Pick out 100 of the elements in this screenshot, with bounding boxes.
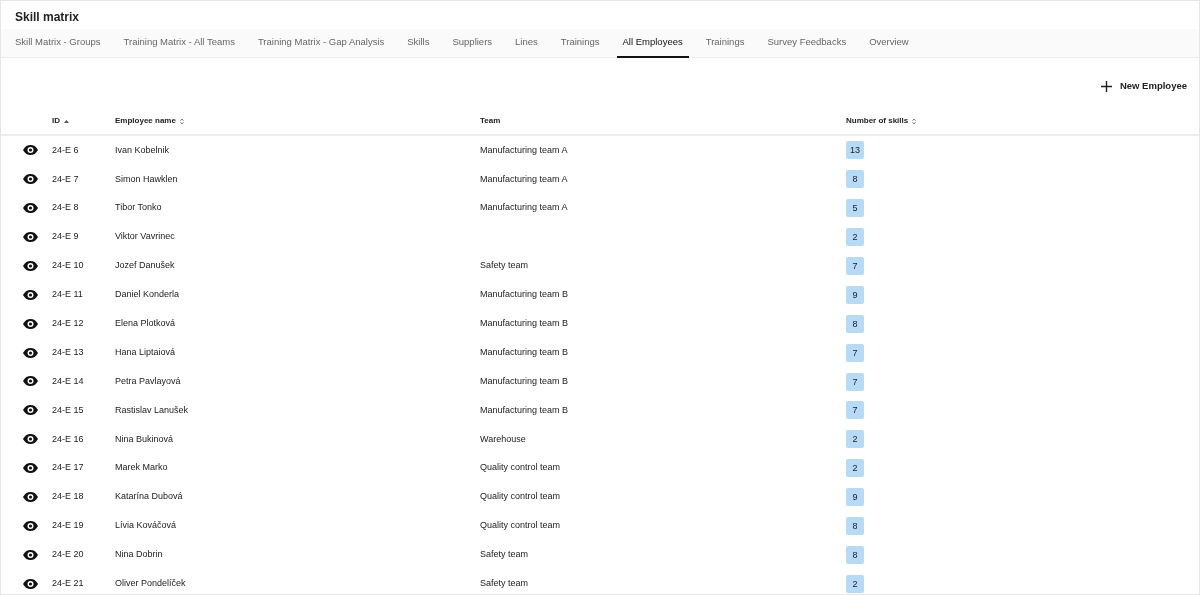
view-button[interactable] bbox=[23, 347, 38, 358]
skills-column-header[interactable]: Number of skills bbox=[846, 115, 909, 127]
sort-ascending-icon[interactable] bbox=[64, 119, 69, 123]
team-cell: Quality control team bbox=[480, 462, 561, 473]
team-cell: Quality control team bbox=[480, 520, 561, 531]
skill-count: 2 bbox=[846, 228, 864, 247]
eye-icon bbox=[23, 232, 38, 242]
id-cell: 24-E 15 bbox=[52, 404, 84, 415]
name-cell: Simon Hawklen bbox=[115, 173, 178, 184]
id-cell: 24-E 12 bbox=[52, 318, 84, 329]
id-cell: 24-E 19 bbox=[52, 520, 84, 531]
skill-count: 8 bbox=[846, 170, 864, 189]
eye-icon bbox=[23, 203, 38, 214]
view-button[interactable] bbox=[23, 520, 38, 531]
sort-icon[interactable] bbox=[179, 117, 184, 125]
name-cell: Elena Plotková bbox=[115, 318, 176, 329]
view-button[interactable] bbox=[23, 232, 38, 242]
skill-count: 5 bbox=[846, 199, 864, 218]
new-employee-button[interactable]: New Employee bbox=[1100, 78, 1187, 94]
name-cell: Rastislav Lanušek bbox=[115, 404, 189, 415]
view-button[interactable] bbox=[23, 463, 38, 474]
id-cell: 24-E 21 bbox=[52, 578, 84, 589]
tab[interactable]: All Employees bbox=[616, 29, 689, 58]
id-cell: 24-E 8 bbox=[52, 202, 79, 213]
view-button[interactable] bbox=[23, 492, 38, 502]
skill-count: 2 bbox=[846, 430, 864, 449]
name-cell: Katarína Dubová bbox=[115, 491, 183, 502]
team-cell: Quality control team bbox=[480, 491, 561, 502]
id-column-header[interactable]: ID bbox=[52, 115, 60, 127]
view-button[interactable] bbox=[23, 434, 38, 445]
eye-icon bbox=[23, 549, 38, 560]
view-button[interactable] bbox=[23, 549, 38, 560]
tab[interactable]: Trainings bbox=[554, 29, 606, 58]
eye-icon bbox=[23, 260, 38, 271]
eye-icon bbox=[23, 318, 38, 329]
skill-count: 13 bbox=[846, 141, 864, 160]
view-button[interactable] bbox=[23, 405, 38, 416]
id-cell: 24-E 13 bbox=[52, 346, 84, 357]
name-cell: Daniel Konderla bbox=[115, 289, 180, 300]
view-button[interactable] bbox=[23, 203, 38, 214]
view-button[interactable] bbox=[23, 318, 38, 329]
id-cell: 24-E 11 bbox=[52, 289, 83, 300]
view-button[interactable] bbox=[23, 260, 38, 271]
id-cell: 24-E 20 bbox=[52, 549, 84, 560]
tab[interactable]: Lines bbox=[509, 29, 544, 58]
skill-count: 9 bbox=[846, 285, 864, 304]
eye-icon bbox=[23, 376, 38, 387]
team-cell: Manufacturing team A bbox=[480, 173, 568, 184]
id-cell: 24-E 18 bbox=[52, 491, 84, 502]
view-button[interactable] bbox=[23, 145, 38, 156]
team-cell: Safety team bbox=[480, 578, 529, 589]
skill-count: 7 bbox=[846, 343, 864, 362]
name-cell: Nina Bukinová bbox=[115, 433, 174, 444]
eye-icon bbox=[23, 463, 38, 474]
id-cell: 24-E 7 bbox=[52, 173, 79, 184]
eye-icon bbox=[23, 434, 38, 445]
tab[interactable]: Overview bbox=[863, 29, 915, 58]
view-button[interactable] bbox=[23, 174, 38, 185]
skill-count: 8 bbox=[846, 545, 864, 564]
eye-icon bbox=[23, 405, 38, 416]
tab[interactable]: Trainings bbox=[699, 29, 751, 58]
name-cell: Jozef Danušek bbox=[115, 260, 175, 271]
tab[interactable]: Suppliers bbox=[446, 29, 499, 58]
team-cell: Safety team bbox=[480, 260, 529, 271]
team-cell: Manufacturing team A bbox=[480, 144, 568, 155]
id-cell: 24-E 10 bbox=[52, 260, 84, 271]
id-cell: 24-E 9 bbox=[52, 231, 79, 242]
team-cell: Manufacturing team B bbox=[480, 289, 569, 300]
name-cell: Viktor Vavrinec bbox=[115, 231, 175, 242]
tab[interactable]: Training Matrix - All Teams bbox=[117, 29, 241, 58]
skill-count: 8 bbox=[846, 517, 864, 535]
tab[interactable]: Skill Matrix - Groups bbox=[9, 29, 107, 58]
skill-count: 7 bbox=[846, 401, 864, 420]
eye-icon bbox=[23, 492, 38, 502]
plus-icon bbox=[1100, 80, 1112, 92]
sort-icon[interactable] bbox=[912, 117, 917, 125]
eye-icon bbox=[23, 289, 38, 300]
tab[interactable]: Skills bbox=[401, 29, 436, 58]
id-cell: 24-E 16 bbox=[52, 433, 84, 444]
eye-icon bbox=[23, 578, 38, 589]
team-cell: Manufacturing team A bbox=[480, 202, 568, 213]
app-title: Skill matrix bbox=[15, 10, 80, 24]
view-button[interactable] bbox=[23, 289, 38, 300]
eye-icon bbox=[23, 174, 38, 185]
team-column-header[interactable]: Team bbox=[480, 115, 501, 127]
skill-count: 7 bbox=[846, 257, 864, 275]
team-cell: Safety team bbox=[480, 549, 529, 560]
team-cell: Manufacturing team B bbox=[480, 346, 569, 357]
id-cell: 24-E 14 bbox=[52, 375, 84, 386]
eye-icon bbox=[23, 145, 38, 156]
name-column-header[interactable]: Employee name bbox=[115, 115, 176, 127]
team-cell: Manufacturing team B bbox=[480, 375, 569, 386]
view-button[interactable] bbox=[23, 578, 38, 589]
name-cell: Lívia Kováčová bbox=[115, 520, 177, 531]
tab[interactable]: Training Matrix - Gap Analysis bbox=[251, 29, 391, 58]
name-cell: Marek Marko bbox=[115, 462, 168, 473]
view-button[interactable] bbox=[23, 376, 38, 387]
tab[interactable]: Survey Feedbacks bbox=[761, 29, 853, 58]
id-cell: 24-E 17 bbox=[52, 462, 84, 473]
skill-count: 2 bbox=[846, 459, 864, 478]
